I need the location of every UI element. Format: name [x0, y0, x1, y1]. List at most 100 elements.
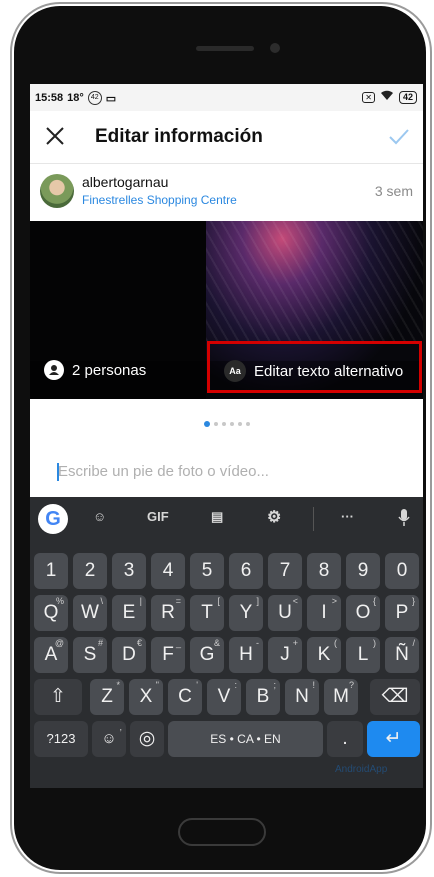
alt-text-icon: Aa [224, 360, 246, 382]
key-f[interactable]: F _ [151, 637, 185, 673]
key-t[interactable]: T[ [190, 595, 224, 631]
key-hint: % [55, 596, 64, 606]
gear-icon[interactable]: ⚙ [267, 507, 281, 527]
key-hint: - [256, 638, 259, 648]
key-hint: \ [100, 596, 103, 606]
key-ñ[interactable]: Ñ / [385, 637, 419, 673]
key-c[interactable]: C ' [168, 679, 202, 715]
shift-key[interactable]: ⇧ [34, 679, 82, 715]
carousel-indicator [204, 421, 250, 427]
clipboard-icon[interactable]: ▤ [211, 509, 223, 525]
key-u[interactable]: U < [268, 595, 302, 631]
key-w[interactable]: W \ [73, 595, 107, 631]
key-s[interactable]: S # [73, 637, 107, 673]
sim-off-icon: ✕ [362, 91, 375, 103]
key-8[interactable]: 8 [307, 553, 341, 589]
toolbar-divider [313, 507, 314, 531]
watermark: AndroidApp [335, 764, 388, 775]
key-g[interactable]: G & [190, 637, 224, 673]
key-9[interactable]: 9 [346, 553, 380, 589]
mic-icon[interactable] [398, 509, 410, 530]
key-hint: " [155, 680, 159, 690]
key-o[interactable]: O{ [346, 595, 380, 631]
done-check-icon[interactable] [387, 125, 411, 149]
photo-rays [206, 221, 423, 341]
key-k[interactable]: K( [307, 637, 341, 673]
home-button[interactable] [178, 818, 266, 846]
phone-camera [270, 43, 280, 53]
key-5[interactable]: 5 [190, 553, 224, 589]
key-z[interactable]: Z * [90, 679, 124, 715]
key-hint: < [292, 596, 298, 606]
key-b[interactable]: B; [246, 679, 280, 715]
symbols-key[interactable]: ?123 [34, 721, 88, 757]
key-hint: / [412, 638, 415, 648]
key-hint: + [292, 638, 298, 648]
key-e[interactable]: E | [112, 595, 146, 631]
more-button[interactable]: ··· [341, 509, 354, 524]
person-icon [44, 360, 64, 380]
carousel-dot [214, 422, 218, 426]
key-6[interactable]: 6 [229, 553, 263, 589]
key-a[interactable]: A @ [34, 637, 68, 673]
key-r[interactable]: R = [151, 595, 185, 631]
key-4[interactable]: 4 [151, 553, 185, 589]
notification-badge: 42 [87, 91, 102, 105]
key-hint: ; [273, 680, 276, 690]
key-hint: > [331, 596, 337, 606]
key-hint: ' [196, 680, 198, 690]
key-x[interactable]: X " [129, 679, 163, 715]
tag-people-button[interactable]: 2 personas [44, 360, 146, 380]
space-key[interactable]: ES • CA • EN [168, 721, 323, 757]
key-hint: ] [256, 596, 259, 606]
key-m[interactable]: M? [324, 679, 358, 715]
key-2[interactable]: 2 [73, 553, 107, 589]
key-d[interactable]: D € [112, 637, 146, 673]
key-j[interactable]: J + [268, 637, 302, 673]
key-0[interactable]: 0 [385, 553, 419, 589]
phone-speaker [196, 46, 254, 51]
edit-alt-text-label: Editar texto alternativo [254, 362, 404, 380]
key-3[interactable]: 3 [112, 553, 146, 589]
gif-button[interactable]: GIF [147, 509, 169, 524]
key-hint: € [136, 638, 142, 648]
key-hint: @ [54, 638, 64, 648]
key-v[interactable]: V: [207, 679, 241, 715]
keyboard-toolbar: G ☺ GIF ▤ ⚙ ··· [30, 497, 423, 542]
key-i[interactable]: I > [307, 595, 341, 631]
screen: 15:58 18° 42 ▭ ✕ 42 Editar información a… [30, 84, 423, 788]
key-y[interactable]: Y] [229, 595, 263, 631]
edit-alt-text-button[interactable]: Aa Editar texto alternativo [224, 360, 403, 382]
key-h[interactable]: H- [229, 637, 263, 673]
emoji-key[interactable]: ☺, [92, 721, 126, 757]
post-header: albertogarnau Finestrelles Shopping Cent… [30, 164, 423, 220]
key-hint: & [213, 638, 220, 648]
username[interactable]: albertogarnau [82, 174, 168, 190]
key-q[interactable]: Q% [34, 595, 68, 631]
key-hint: = [175, 596, 181, 606]
key-hint: { [372, 596, 376, 606]
key-hint: ? [348, 680, 354, 690]
backspace-key[interactable]: ⌫ [370, 679, 420, 715]
location-link[interactable]: Finestrelles Shopping Centre [82, 193, 237, 207]
caption-input[interactable]: Escribe un pie de foto o vídeo... [58, 463, 269, 480]
carousel-dot [246, 422, 250, 426]
key-hint: | [139, 596, 142, 606]
key-hint: ! [312, 680, 315, 690]
key-1[interactable]: 1 [34, 553, 68, 589]
key-7[interactable]: 7 [268, 553, 302, 589]
avatar[interactable] [40, 174, 74, 208]
google-icon[interactable]: G [38, 504, 68, 534]
close-icon[interactable] [44, 125, 66, 147]
key-n[interactable]: N! [285, 679, 319, 715]
globe-key[interactable]: ◎ [130, 721, 164, 757]
keyboard: G ☺ GIF ▤ ⚙ ··· 1 2 3 4 5 6 7 8 9 0 Q% W \ E | R = T[Y] U <… [30, 497, 423, 788]
enter-key[interactable]: ↵ [367, 721, 420, 757]
sticker-icon[interactable]: ☺ [93, 509, 106, 524]
carousel-dot [204, 421, 210, 427]
key-l[interactable]: L) [346, 637, 380, 673]
key-p[interactable]: P} [385, 595, 419, 631]
period-key[interactable]: . [327, 721, 363, 757]
top-bar: Editar información [30, 111, 423, 164]
notification-icon: ▭ [105, 92, 117, 105]
